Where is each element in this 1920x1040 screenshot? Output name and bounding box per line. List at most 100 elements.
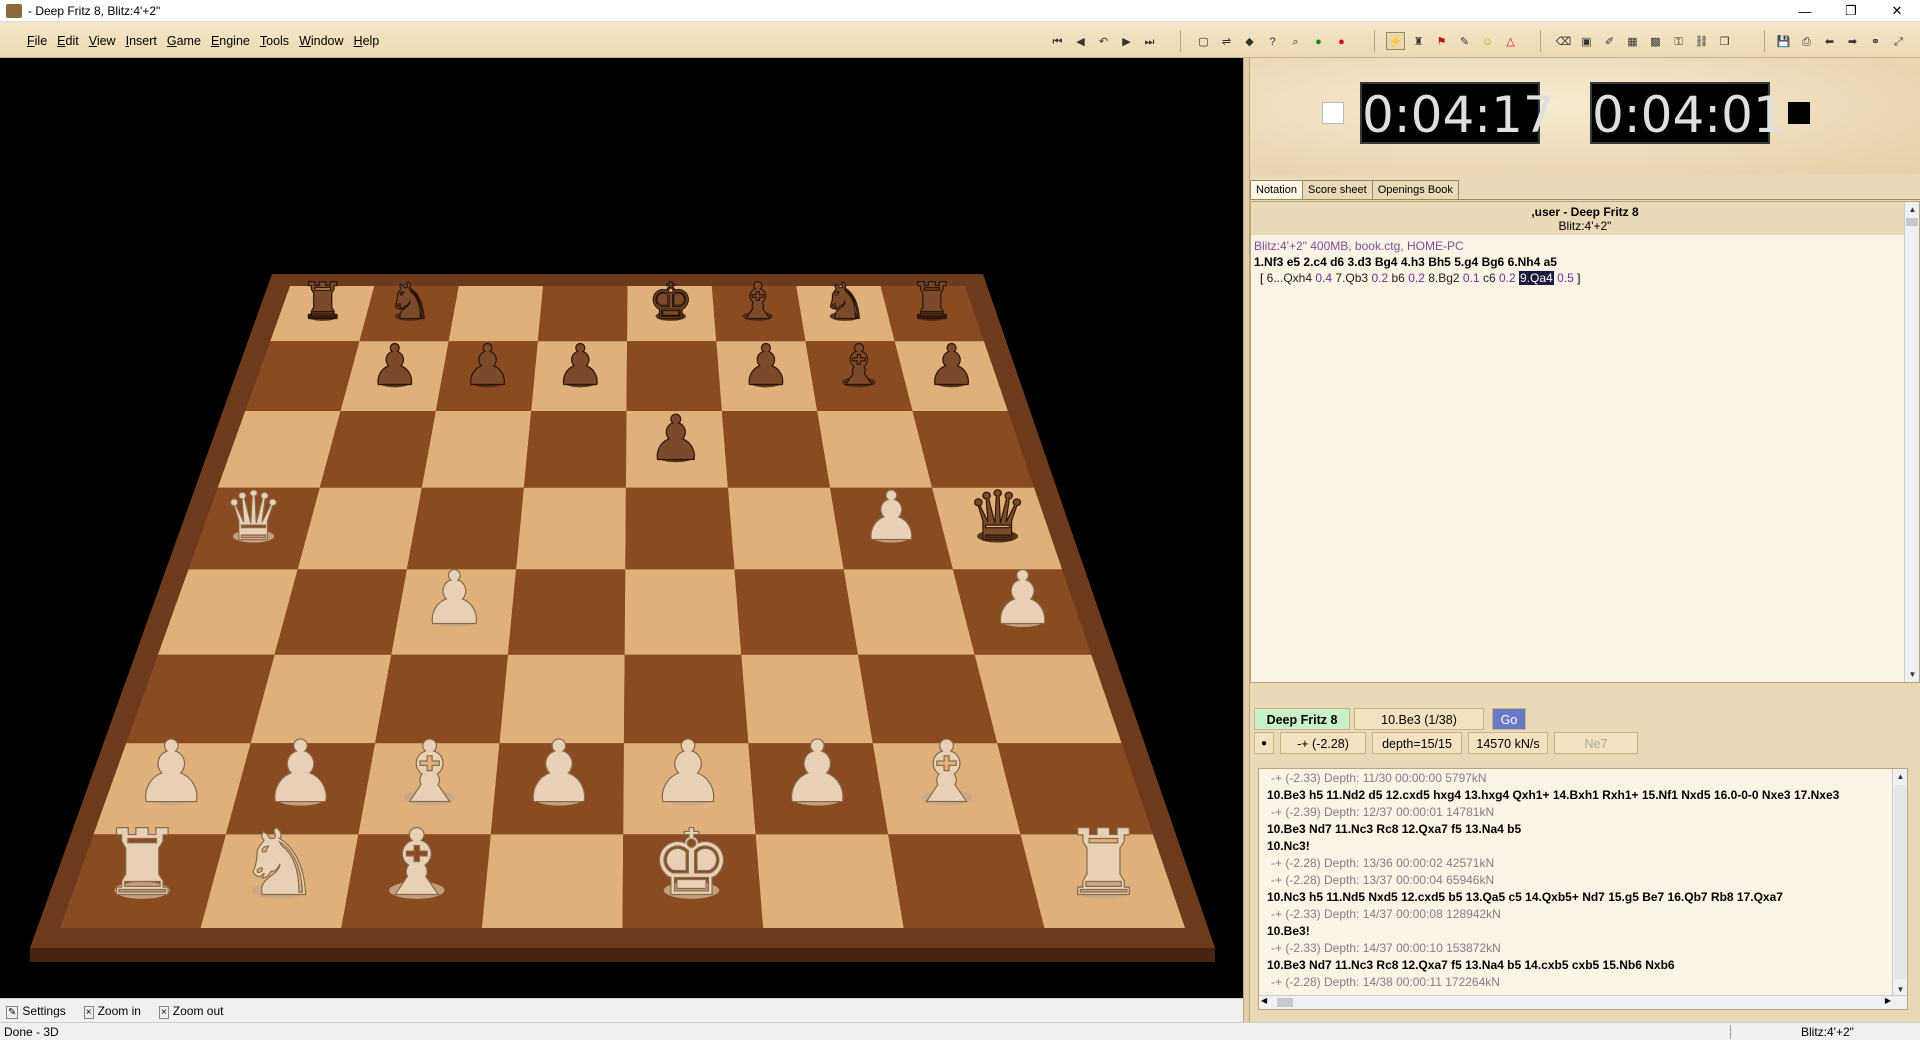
key-icon[interactable]: ⚿ bbox=[1669, 32, 1688, 50]
move[interactable]: d6 bbox=[1330, 255, 1344, 269]
menu-file[interactable]: File bbox=[22, 34, 52, 48]
chess-board[interactable]: ♜ ♞ ♚ ♝ ♞ ♜♟ ♟ ♟ ♟ ♝ ♟♟♛ ♟ ♛♟ ♟♟ ♟ ♝ ♟ ♟ ♟ ♝♜ ♞ ♝ ♚ ♜ bbox=[0, 58, 1243, 998]
move[interactable]: a5 bbox=[1544, 255, 1557, 269]
analysis-line[interactable]: 10.Be3 Nd7 11.Nc3 Rc8 12.Qxa7 f5 13.Na4 … bbox=[1267, 821, 1907, 838]
undo-icon[interactable]: ↶ bbox=[1094, 32, 1113, 50]
analysis-hscrollbar[interactable]: ◀ ▶ bbox=[1259, 995, 1907, 1009]
close-button[interactable]: ✕ bbox=[1874, 0, 1920, 22]
pen-icon[interactable]: ✎ bbox=[1455, 32, 1474, 50]
move[interactable]: Bh5 bbox=[1428, 255, 1451, 269]
notation-scrollbar[interactable]: ▲ ▼ bbox=[1904, 202, 1919, 682]
zoom-in-button[interactable]: × Zoom in bbox=[83, 1004, 141, 1019]
move[interactable]: 6.Nh4 bbox=[1508, 255, 1541, 269]
move[interactable]: 3.d3 bbox=[1347, 255, 1371, 269]
tab-score-sheet[interactable]: Score sheet bbox=[1301, 180, 1373, 199]
zoom-out-button[interactable]: × Zoom out bbox=[158, 1004, 224, 1019]
expand-icon[interactable]: ⤢ bbox=[1889, 32, 1908, 50]
notation-panel[interactable]: ,user - Deep Fritz 8 Blitz:4'+2" Blitz:4… bbox=[1250, 201, 1920, 683]
go-button[interactable]: Go bbox=[1492, 708, 1526, 730]
engine-toggle-icon[interactable]: ● bbox=[1254, 732, 1274, 754]
variation-move[interactable]: 8.Bg2 bbox=[1428, 271, 1459, 285]
save-icon[interactable]: 💾 bbox=[1774, 32, 1793, 50]
search-icon[interactable]: ⌕ bbox=[1286, 32, 1305, 50]
menu-engine[interactable]: Engine bbox=[206, 34, 255, 48]
move[interactable]: 5.g4 bbox=[1454, 255, 1478, 269]
link-icon[interactable]: ⛓ bbox=[1692, 32, 1711, 50]
pen-edit-icon[interactable]: ✐ bbox=[1600, 32, 1619, 50]
tab-notation[interactable]: Notation bbox=[1250, 180, 1303, 199]
variation-move[interactable]: 6...Qxh4 bbox=[1267, 271, 1312, 285]
stop-icon[interactable]: ● bbox=[1332, 32, 1351, 50]
move[interactable]: 2.c4 bbox=[1303, 255, 1326, 269]
pane-splitter[interactable] bbox=[1243, 58, 1250, 1022]
scroll-thumb[interactable] bbox=[1906, 218, 1918, 226]
move[interactable]: 4.h3 bbox=[1401, 255, 1425, 269]
scroll-right-icon[interactable]: ▶ bbox=[1885, 996, 1891, 1005]
menu-game[interactable]: Game bbox=[162, 34, 206, 48]
game-info-icon[interactable]: ♜ bbox=[1409, 32, 1428, 50]
analysis-line[interactable]: 10.Nc3 h5 11.Nd5 Nxd5 12.cxd5 b5 13.Qa5 … bbox=[1267, 889, 1907, 906]
scroll-left-icon[interactable]: ◀ bbox=[1261, 996, 1267, 1005]
variation-move[interactable]: 7.Qb3 bbox=[1335, 271, 1368, 285]
move[interactable]: Bg4 bbox=[1375, 255, 1398, 269]
database-window-icon[interactable]: ❒ bbox=[1715, 32, 1734, 50]
tab-openings-book[interactable]: Openings Book bbox=[1371, 180, 1459, 199]
hscroll-thumb[interactable] bbox=[1277, 998, 1293, 1007]
last-move-icon[interactable]: ⏭ bbox=[1140, 32, 1159, 50]
first-move-icon[interactable]: ⏮ bbox=[1048, 32, 1067, 50]
menu-view[interactable]: View bbox=[84, 34, 121, 48]
players: ,user - Deep Fritz 8 bbox=[1531, 205, 1639, 219]
variation-move[interactable]: c6 bbox=[1483, 271, 1496, 285]
analysis-line[interactable]: 10.Be3! bbox=[1267, 923, 1907, 940]
move[interactable]: Bg6 bbox=[1482, 255, 1505, 269]
menu-help[interactable]: Help bbox=[349, 34, 385, 48]
board-3d-view[interactable]: ♜ ♞ ♚ ♝ ♞ ♜ ♟ ♟ ♟ ♟ ♝ ♟ ♟ ♛ ♟ ♛ ♟ ♟ ♟ ♟ ♝ ♟ ♟ ♟ ♝ ♜ ♞ ♝ ♚ ♜ bbox=[0, 58, 1243, 998]
triangle-icon[interactable]: △ bbox=[1501, 32, 1520, 50]
settings-button[interactable]: ✎ Settings bbox=[6, 1004, 66, 1019]
scroll-up-icon[interactable]: ▲ bbox=[1893, 769, 1907, 784]
attack-icon[interactable]: ⚡ bbox=[1386, 32, 1405, 50]
menu-tools[interactable]: Tools bbox=[255, 34, 294, 48]
print-icon[interactable]: ⎙ bbox=[1797, 32, 1816, 50]
analysis-line[interactable]: 10.Nc3! bbox=[1267, 838, 1907, 855]
restore-button[interactable]: ❐ bbox=[1828, 0, 1874, 22]
back-icon[interactable]: ⬅ bbox=[1820, 32, 1839, 50]
prev-move-icon[interactable]: ◀ bbox=[1071, 32, 1090, 50]
analysis-meta: -+ (-2.28) Depth: 13/37 00:00:04 65946kN bbox=[1271, 873, 1495, 887]
menu-edit[interactable]: Edit bbox=[52, 34, 84, 48]
variation-move[interactable]: b6 bbox=[1391, 271, 1404, 285]
flag-icon[interactable]: ⚑ bbox=[1432, 32, 1451, 50]
move[interactable]: 1.Nf3 bbox=[1254, 255, 1283, 269]
3d-board-icon[interactable]: ◆ bbox=[1240, 32, 1259, 50]
analysis-icon[interactable]: ? bbox=[1263, 32, 1282, 50]
eraser-icon[interactable]: ⌫ bbox=[1554, 32, 1573, 50]
forward-icon[interactable]: ➡ bbox=[1843, 32, 1862, 50]
smiley-icon[interactable]: ☺ bbox=[1478, 32, 1497, 50]
engine-name[interactable]: Deep Fritz 8 bbox=[1254, 708, 1350, 730]
flip-board-icon[interactable]: ⇌ bbox=[1217, 32, 1236, 50]
binoculars-icon[interactable]: ⚭ bbox=[1866, 32, 1885, 50]
settings-icon: ✎ bbox=[6, 1005, 19, 1019]
minimize-button[interactable]: — bbox=[1782, 0, 1828, 22]
menu-window[interactable]: Window bbox=[294, 34, 348, 48]
save-position-icon[interactable]: ▣ bbox=[1577, 32, 1596, 50]
menu-insert[interactable]: Insert bbox=[121, 34, 162, 48]
move[interactable]: e5 bbox=[1287, 255, 1300, 269]
toolbar-separator bbox=[1374, 30, 1375, 52]
engine-depth: depth=15/15 bbox=[1372, 732, 1462, 754]
scroll-up-icon[interactable]: ▲ bbox=[1905, 202, 1920, 217]
analysis-scrollbar[interactable]: ▲ ▼ bbox=[1892, 769, 1907, 997]
scroll-down-icon[interactable]: ▼ bbox=[1905, 667, 1920, 682]
white-turn-indicator bbox=[1322, 102, 1344, 124]
board-icon[interactable]: ▩ bbox=[1646, 32, 1665, 50]
analysis-line[interactable]: 10.Be3 Nd7 11.Nc3 Rc8 12.Qxa7 f5 13.Na4 … bbox=[1267, 957, 1907, 974]
analysis-output[interactable]: -+ (-2.33) Depth: 11/30 00:00:00 5797kN 1… bbox=[1258, 768, 1908, 1010]
accept-icon[interactable]: ● bbox=[1309, 32, 1328, 50]
next-move-icon[interactable]: ▶ bbox=[1117, 32, 1136, 50]
tools-toolbar: ⌫ ▣ ✐ ▦ ▩ ⚿ ⛓ ❒ bbox=[1554, 32, 1734, 50]
current-move[interactable]: 9.Qa4 bbox=[1519, 271, 1554, 285]
grid-icon[interactable]: ▦ bbox=[1623, 32, 1642, 50]
analysis-line[interactable]: 10.Be3 h5 11.Nd2 d5 12.cxd5 hxg4 13.hxg4… bbox=[1267, 787, 1907, 804]
white-bishop: ♝ bbox=[376, 810, 458, 917]
new-game-icon[interactable]: ▢ bbox=[1194, 32, 1213, 50]
